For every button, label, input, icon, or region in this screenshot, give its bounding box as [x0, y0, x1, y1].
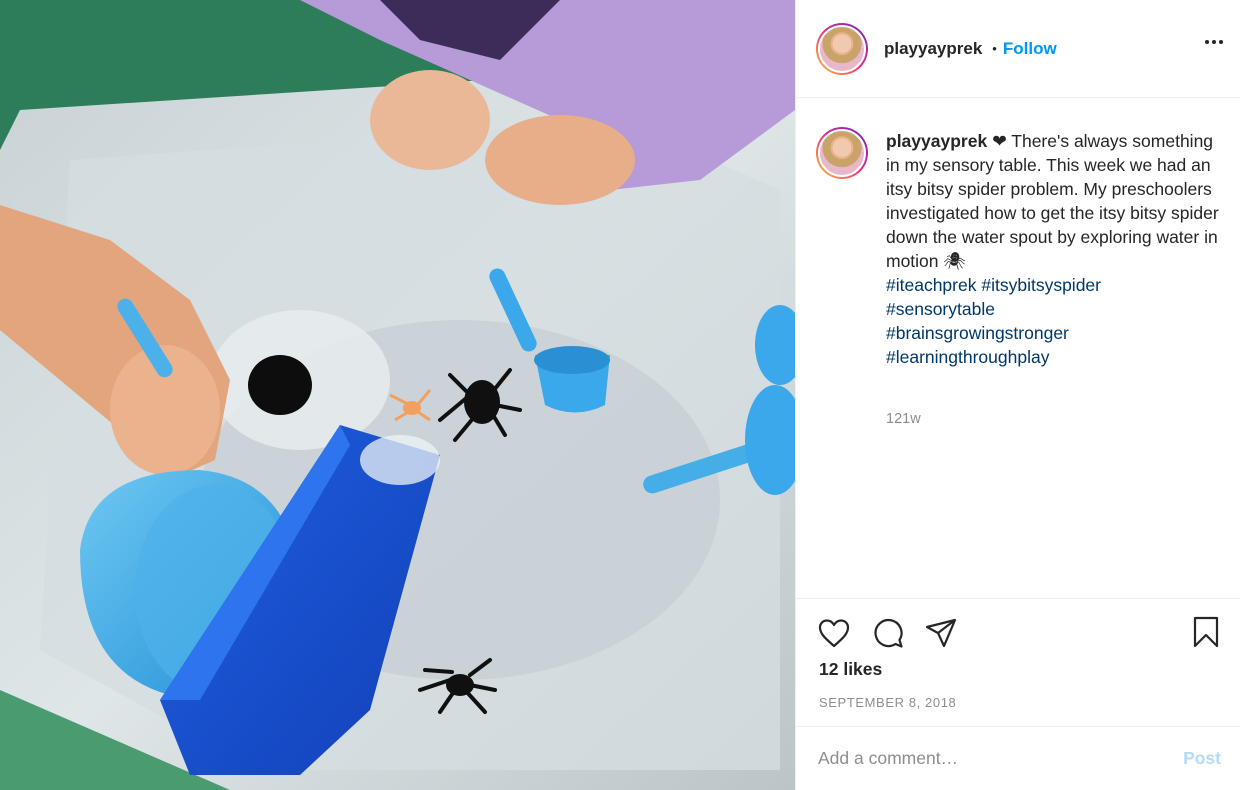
- avatar[interactable]: [816, 22, 868, 75]
- avatar-image: [818, 24, 866, 73]
- separator-dot: •: [992, 41, 997, 56]
- hashtag-link[interactable]: #itsybitsyspider: [981, 275, 1101, 295]
- post-header: playyayprek • Follow: [796, 0, 1240, 98]
- hashtag-link[interactable]: #learningthroughplay: [886, 347, 1049, 367]
- avatar-image: [818, 129, 866, 177]
- caption-username[interactable]: playyayprek: [886, 131, 987, 151]
- post-date: SEPTEMBER 8, 2018: [819, 695, 957, 710]
- likes-count[interactable]: 12 likes: [819, 659, 882, 680]
- hashtag-link[interactable]: #iteachprek: [886, 275, 976, 295]
- more-options-icon[interactable]: [1205, 40, 1223, 44]
- header-username[interactable]: playyayprek: [884, 39, 982, 59]
- paper-plane-icon[interactable]: [924, 617, 958, 649]
- action-bar: 12 likes SEPTEMBER 8, 2018: [796, 598, 1240, 726]
- post-comment-button[interactable]: Post: [1183, 748, 1221, 769]
- heart-icon[interactable]: [818, 618, 850, 648]
- hashtag-link[interactable]: #brainsgrowingstronger: [886, 323, 1069, 343]
- more-dot: [1212, 40, 1216, 44]
- post-side-panel: playyayprek • Follow playyayprek ❤ There…: [795, 0, 1240, 790]
- hashtag-link[interactable]: #sensorytable: [886, 299, 995, 319]
- caption-area: playyayprek ❤ There's always something i…: [796, 99, 1240, 599]
- post-photo[interactable]: [0, 0, 795, 790]
- comment-bubble-icon[interactable]: [872, 617, 904, 649]
- caption-avatar[interactable]: [816, 127, 868, 179]
- time-ago[interactable]: 121w: [886, 411, 921, 427]
- sensory-table-illustration: [0, 0, 795, 790]
- more-dot: [1219, 40, 1223, 44]
- follow-button[interactable]: Follow: [1003, 39, 1057, 59]
- more-dot: [1205, 40, 1209, 44]
- hashtag-list: #iteachprek #itsybitsyspider #sensorytab…: [886, 273, 1226, 369]
- caption: playyayprek ❤ There's always something i…: [886, 129, 1226, 369]
- caption-text: ❤ There's always something in my sensory…: [886, 131, 1219, 271]
- comment-bar: Post: [796, 726, 1240, 790]
- bookmark-icon[interactable]: [1192, 616, 1220, 648]
- comment-input[interactable]: [818, 748, 1158, 769]
